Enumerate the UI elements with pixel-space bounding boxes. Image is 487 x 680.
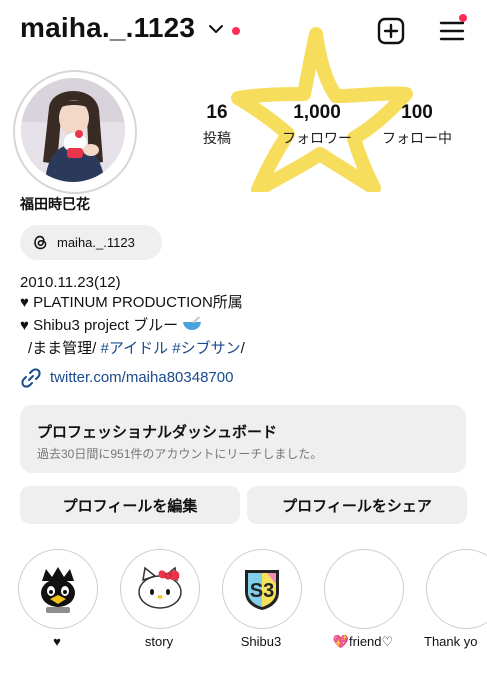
highlight-label: Thank yo: [424, 634, 478, 649]
stat-following-label: フォロー中: [382, 130, 452, 146]
bio-line-birthday: 2010.11.23(12): [20, 274, 121, 291]
bio-line-agency: ♥︎ PLATINUM PRODUCTION所属: [20, 293, 243, 313]
bio-line-tags: /まま管理/ #アイドル #シブサン/: [28, 339, 245, 359]
bio-slash: /: [240, 340, 245, 357]
badtz-maru-icon: [41, 567, 75, 613]
avatar[interactable]: [21, 78, 125, 182]
bowl-icon: [183, 316, 202, 330]
professional-dashboard[interactable]: プロフェッショナルダッシュボード 過去30日間に951件のアカウントにリーチしま…: [20, 405, 466, 473]
highlight-thank-you[interactable]: [426, 549, 487, 629]
profile-link[interactable]: twitter.com/maiha80348700: [50, 369, 233, 386]
svg-text:S3: S3: [250, 580, 274, 602]
menu-notification-dot: [459, 14, 467, 22]
dashboard-title: プロフェッショナルダッシュボード: [37, 424, 278, 441]
bio-manager-text: /まま管理/: [28, 340, 101, 357]
highlight-story[interactable]: [120, 549, 200, 629]
highlight-label: Shibu3: [240, 634, 282, 649]
share-profile-button[interactable]: プロフィールをシェア: [247, 486, 467, 524]
highlight-heart[interactable]: [18, 549, 98, 629]
bio-line-project: ♥︎ Shibu3 project ブルー: [20, 316, 202, 336]
dashboard-subtitle: 過去30日間に951件のアカウントにリーチしました。: [37, 447, 323, 461]
heart-icon: ♥︎: [20, 294, 29, 311]
link-icon: [21, 368, 41, 388]
threads-icon: [32, 234, 49, 251]
bio-project-text: Shibu3 project ブルー: [33, 317, 179, 334]
highlight-label: ♥: [53, 634, 61, 649]
stat-followers-value: 1,000: [293, 102, 341, 123]
stat-posts-label: 投稿: [203, 130, 231, 146]
hello-kitty-icon: [138, 566, 182, 609]
edit-profile-button[interactable]: プロフィールを編集: [20, 486, 240, 524]
stat-followers[interactable]: 1,000 フォロワー: [262, 102, 372, 148]
highlight-label: story: [144, 634, 174, 649]
heart-icon: ♥︎: [20, 317, 29, 334]
bio-agency-text: PLATINUM PRODUCTION所属: [33, 294, 243, 311]
stat-followers-label: フォロワー: [282, 130, 352, 146]
shibu3-logo-icon: S3: [245, 570, 279, 610]
hashtag-shibusan[interactable]: #シブサン: [172, 340, 240, 357]
stat-following[interactable]: 100 フォロー中: [362, 102, 472, 148]
highlight-friend[interactable]: [324, 549, 404, 629]
profile-username[interactable]: maiha._.1123: [20, 12, 195, 44]
profile-name: 福田時巳花: [20, 196, 90, 212]
highlight-label: 💖friend♡: [332, 634, 394, 649]
hashtag-idol[interactable]: #アイドル: [101, 340, 169, 357]
highlight-shibu3[interactable]: S3: [222, 549, 302, 629]
stat-posts[interactable]: 16 投稿: [162, 102, 272, 148]
chevron-down-icon[interactable]: [208, 24, 224, 34]
threads-handle: maiha._.1123: [57, 235, 135, 250]
stat-posts-value: 16: [206, 102, 228, 123]
threads-badge[interactable]: maiha._.1123: [20, 225, 162, 260]
stat-following-value: 100: [401, 102, 433, 123]
